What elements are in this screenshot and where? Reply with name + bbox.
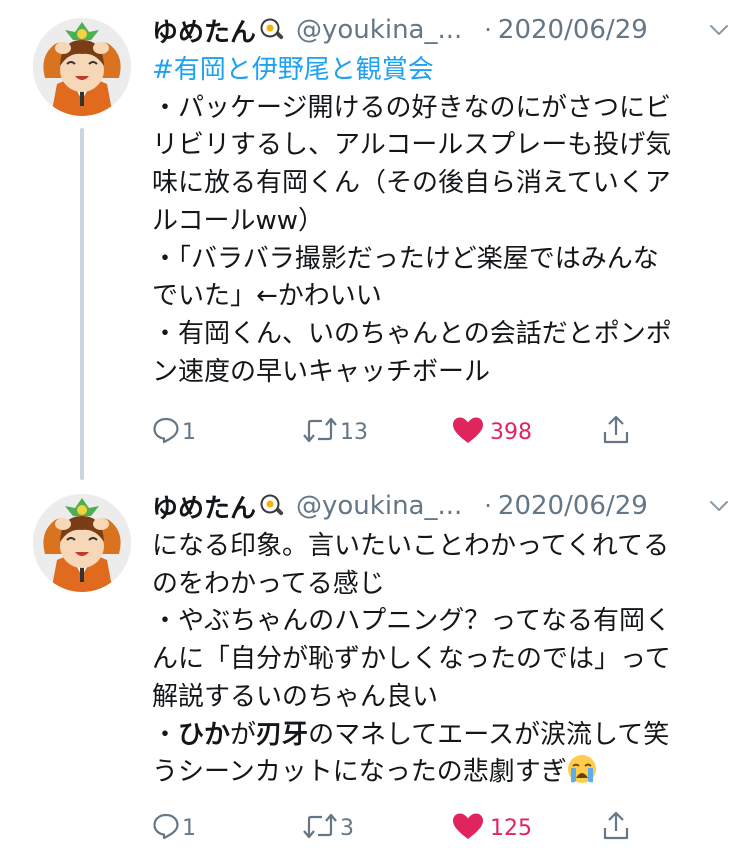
text-line: のをわかってる感じ	[152, 568, 385, 599]
avatar-illustration	[33, 18, 131, 116]
chevron-down-icon[interactable]	[708, 495, 730, 517]
text-line: ・「バラバラ撮影だったけど楽屋ではみんな	[152, 243, 659, 274]
text-line: になる印象。言いたいことわかってくれてる	[152, 531, 670, 561]
user-handle[interactable]: @youkina_...	[296, 491, 462, 521]
user-handle[interactable]: @youkina_...	[296, 15, 462, 45]
tweet[interactable]: ゆめたん @youkina_... · 2020/06/29 #有岡と伊野尾と観…	[0, 0, 750, 470]
tweet-header: ゆめたん @youkina_... · 2020/06/29	[152, 10, 730, 50]
like-button[interactable]: 398	[452, 412, 532, 452]
retweet-button[interactable]: 13	[302, 412, 368, 452]
hashtag-link[interactable]: #有岡と伊野尾と観賞会	[152, 52, 732, 90]
share-button[interactable]	[602, 412, 630, 452]
timestamp[interactable]: 2020/06/29	[498, 15, 648, 45]
text-line: んに「自分が恥ずかしくなったのでは」って	[152, 644, 671, 675]
separator-dot: ·	[484, 16, 492, 44]
retweet-icon	[302, 812, 338, 844]
reply-button[interactable]: 1	[152, 808, 196, 848]
chevron-down-icon[interactable]	[708, 19, 730, 41]
tweet-actions: 1 3 125	[152, 808, 652, 848]
reply-icon	[152, 812, 180, 844]
text-line: ン速度の早いキャッチボール	[152, 356, 491, 387]
text-line: ・やぶちゃんのハプニング？ってなる有岡く	[152, 606, 671, 637]
share-icon	[602, 415, 630, 449]
reply-count: 1	[182, 815, 196, 841]
share-icon	[602, 811, 630, 845]
tweet-header: ゆめたん @youkina_... · 2020/06/29	[152, 486, 730, 526]
retweet-count: 13	[340, 419, 368, 445]
text-line: ルコールww）	[152, 205, 325, 236]
bold-text-segment: ひか	[178, 719, 231, 750]
tweet-text: #有岡と伊野尾と観賞会 ・パッケージ開けるの好きなのにがさつにビ リビリするし、…	[152, 52, 732, 391]
display-name[interactable]: ゆめたん	[152, 488, 256, 525]
heart-filled-icon	[452, 416, 484, 448]
like-count: 398	[490, 419, 532, 445]
reply-count: 1	[182, 419, 196, 445]
like-count: 125	[490, 815, 532, 841]
share-button[interactable]	[602, 808, 630, 848]
text-line: ・パッケージ開けるの好きなのにがさつにビ	[152, 92, 671, 123]
timestamp[interactable]: 2020/06/29	[498, 491, 648, 521]
reply-button[interactable]: 1	[152, 412, 196, 452]
reply-icon	[152, 416, 180, 448]
avatar-illustration	[33, 494, 131, 592]
tweet[interactable]: ゆめたん @youkina_... · 2020/06/29 になる印象。言いた…	[0, 476, 750, 848]
text-line: 解説するいのちゃん良い	[152, 681, 439, 712]
heart-filled-icon	[452, 812, 484, 844]
crying-face-icon	[567, 754, 597, 784]
text-line: うシーンカットになったの悲劇すぎ	[152, 754, 732, 792]
text-line: でいた」←かわいい	[152, 281, 382, 312]
tweet-text: になる印象。言いたいことわかってくれてる のをわかってる感じ ・やぶちゃんのハプ…	[152, 528, 732, 792]
display-name[interactable]: ゆめたん	[152, 12, 256, 49]
retweet-button[interactable]: 3	[302, 808, 354, 848]
avatar[interactable]	[33, 494, 131, 592]
text-line: ・有岡くん、いのちゃんとの会話だとポンポ	[152, 318, 672, 349]
like-button[interactable]: 125	[452, 808, 532, 848]
text-line: 味に放る有岡くん（その後自ら消えていくア	[152, 168, 671, 199]
text-segment: うシーンカットになったの悲劇すぎ	[152, 757, 567, 788]
tweet-actions: 1 13 398	[152, 412, 652, 452]
text-line-rich: ・ひかが刃牙のマネしてエースが涙流して笑	[152, 717, 732, 755]
text-segment: のマネしてエースが涙流して笑	[308, 719, 670, 750]
frying-pan-egg-icon	[260, 18, 284, 42]
separator-dot: ·	[484, 492, 492, 520]
avatar[interactable]	[33, 18, 131, 116]
bold-text-segment: 刃牙	[256, 719, 309, 750]
text-segment: ・	[152, 719, 179, 750]
text-line: リビリするし、アルコールスプレーも投げ気	[152, 130, 672, 161]
text-segment: が	[230, 719, 257, 750]
retweet-icon	[302, 416, 338, 448]
retweet-count: 3	[340, 815, 354, 841]
frying-pan-egg-icon	[260, 494, 284, 518]
